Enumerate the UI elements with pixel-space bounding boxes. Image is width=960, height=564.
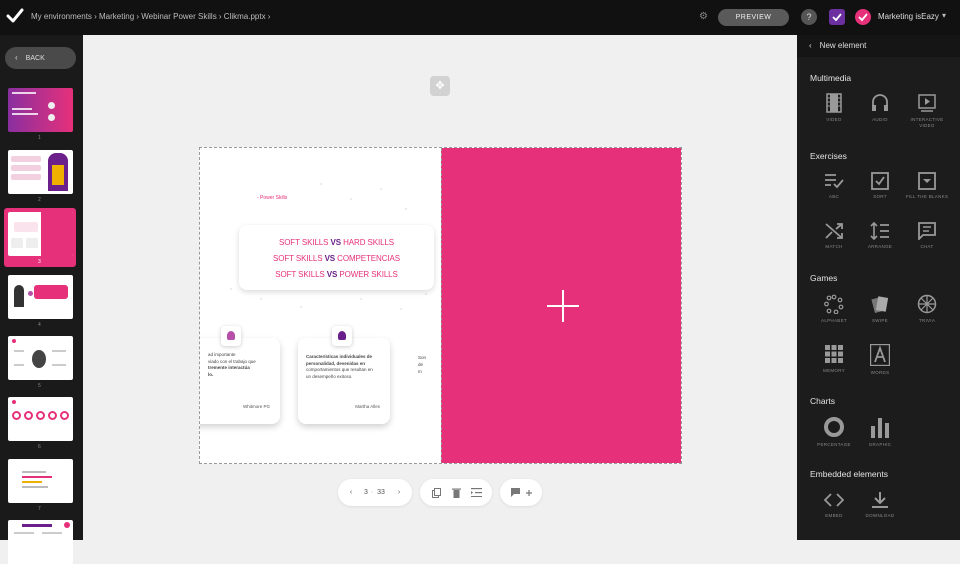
- tool-swipe[interactable]: SWIPE: [857, 294, 903, 324]
- tool-abc[interactable]: ABC: [811, 172, 857, 200]
- quote-card-2[interactable]: Características individuales de personal…: [298, 338, 390, 424]
- tool-sort[interactable]: SORT: [857, 172, 903, 200]
- tool-arrange[interactable]: ARRANGE: [857, 222, 903, 250]
- tool-audio[interactable]: AUDIO: [857, 93, 903, 123]
- play-screen-icon: [918, 94, 936, 112]
- chat-bubble-icon: [918, 222, 936, 240]
- tool-percentage[interactable]: PERCENTAGE: [811, 416, 857, 448]
- award-icon: [332, 326, 352, 346]
- next-slide-icon[interactable]: ›: [394, 479, 404, 506]
- dropdown-box-icon: [918, 172, 936, 190]
- title-line-3: SOFT SKILLS VS POWER SKILLS: [275, 270, 398, 279]
- app-logo-icon[interactable]: [6, 7, 24, 25]
- tool-video[interactable]: VIDEO: [811, 93, 857, 123]
- tool-memory[interactable]: MEMORY: [811, 344, 857, 374]
- headphones-icon: [872, 94, 888, 111]
- slide-pager: ‹ 3 · 33 ›: [338, 479, 412, 506]
- title-line-2: SOFT SKILLS VS COMPETENCIAS: [273, 254, 400, 263]
- sort-lines-icon: [870, 222, 889, 240]
- panel-header[interactable]: ‹ New element: [797, 35, 960, 57]
- trash-icon[interactable]: [448, 479, 464, 510]
- letter-a-icon: [870, 344, 890, 366]
- duplicate-icon[interactable]: [428, 479, 444, 510]
- comment-controls: [500, 479, 542, 506]
- section-embedded: Embedded elements: [810, 469, 888, 479]
- section-multimedia: Multimedia: [810, 73, 852, 83]
- cards-icon: [871, 296, 889, 314]
- slide-number: 3: [38, 259, 41, 265]
- top-bar: My environments › Marketing › Webinar Po…: [0, 0, 960, 35]
- user-avatar[interactable]: [855, 9, 871, 25]
- list-check-icon: [825, 174, 844, 189]
- move-handle-icon[interactable]: ✥: [430, 76, 450, 96]
- new-element-panel: ‹ New element Multimedia VIDEO AUDIO INTE…: [797, 35, 960, 540]
- slide-number: 6: [38, 444, 41, 450]
- tool-words[interactable]: WORDS: [857, 344, 903, 376]
- tool-trivia[interactable]: TRIVIA: [904, 294, 950, 324]
- course-check-icon[interactable]: [829, 9, 845, 25]
- slide-thumbnail-2[interactable]: [8, 150, 73, 194]
- download-icon: [872, 492, 888, 508]
- add-element-plus-icon[interactable]: [547, 290, 579, 322]
- code-icon: [824, 493, 844, 507]
- tool-interactive-video[interactable]: INTERACTIVE VIDEO: [904, 93, 950, 128]
- title-line-1: SOFT SKILLS VS HARD SKILLS: [278, 238, 395, 247]
- slide-thumbnail-6[interactable]: [8, 397, 73, 441]
- slide-thumbnail-7[interactable]: [8, 459, 73, 503]
- slide-number: 2: [38, 197, 41, 203]
- tool-graphic[interactable]: GRAPHIC: [857, 416, 903, 448]
- quote-card-1[interactable]: ad importante viado con el trabajo que t…: [200, 338, 280, 424]
- alphabet-wheel-icon: [824, 294, 844, 314]
- slide-thumbnail-4[interactable]: [8, 275, 73, 319]
- slide-thumbnail-8[interactable]: [8, 520, 73, 564]
- chevron-down-icon[interactable]: ▾: [942, 11, 946, 20]
- settings-icon[interactable]: ⚙: [699, 11, 711, 23]
- quote-author: Whitmore PG: [242, 403, 270, 409]
- slide-number: 7: [38, 506, 41, 512]
- tool-match[interactable]: MATCH: [811, 222, 857, 250]
- empty-placeholder-area[interactable]: [441, 148, 681, 463]
- wheel-icon: [917, 294, 937, 314]
- help-button[interactable]: ?: [801, 9, 817, 25]
- film-icon: [826, 93, 842, 113]
- preview-button[interactable]: PREVIEW: [718, 9, 789, 26]
- user-name[interactable]: Marketing isEazy: [878, 12, 939, 21]
- section-tag: - Power Skills: [257, 195, 288, 201]
- slide-thumbnail-5[interactable]: [8, 336, 73, 380]
- slide-thumbnail-3[interactable]: [8, 212, 73, 256]
- chevron-left-icon: ‹: [15, 53, 18, 62]
- prev-slide-icon[interactable]: ‹: [346, 479, 356, 506]
- tool-embed[interactable]: EMBED: [811, 491, 857, 519]
- slides-panel: ‹ BACK 1 2 3 4 5 6 7: [0, 35, 83, 564]
- grid-icon: [825, 345, 843, 363]
- total-slides: 33: [377, 489, 385, 496]
- checkbox-icon: [871, 172, 889, 190]
- slide-number: 5: [38, 383, 41, 389]
- back-button[interactable]: ‹ BACK: [5, 47, 76, 69]
- tool-alphabet[interactable]: ALPHABET: [811, 294, 857, 324]
- slide-canvas[interactable]: - Power Skills SOFT SKILLS VS HARD SKILL…: [199, 147, 682, 464]
- section-charts: Charts: [810, 396, 836, 406]
- user-icon: [221, 326, 241, 346]
- slide-number: 4: [38, 322, 41, 328]
- slide-thumbnail-1[interactable]: [8, 88, 73, 132]
- donut-chart-icon: [824, 417, 844, 437]
- add-comment-icon[interactable]: [508, 479, 536, 510]
- list-indent-icon[interactable]: [468, 479, 484, 509]
- slide-actions: [420, 479, 492, 506]
- quote-author: Martha Alles: [355, 403, 380, 409]
- section-exercises: Exercises: [810, 151, 847, 161]
- breadcrumb[interactable]: My environments › Marketing › Webinar Po…: [31, 12, 270, 21]
- slide-content-left[interactable]: - Power Skills SOFT SKILLS VS HARD SKILL…: [200, 148, 441, 463]
- title-card[interactable]: SOFT SKILLS VS HARD SKILLS SOFT SKILLS V…: [239, 225, 434, 290]
- section-games: Games: [810, 273, 838, 283]
- quote-card-3-text: Son de m: [418, 355, 427, 374]
- chevron-left-icon[interactable]: ‹: [809, 41, 812, 50]
- bar-chart-icon: [871, 418, 889, 438]
- tool-chat[interactable]: CHAT: [904, 222, 950, 250]
- shuffle-icon: [825, 223, 843, 239]
- tool-fill-blanks[interactable]: FILL THE BLANKS: [904, 172, 950, 200]
- slide-number: 1: [38, 135, 41, 141]
- tool-download[interactable]: DOWNLOAD: [857, 491, 903, 519]
